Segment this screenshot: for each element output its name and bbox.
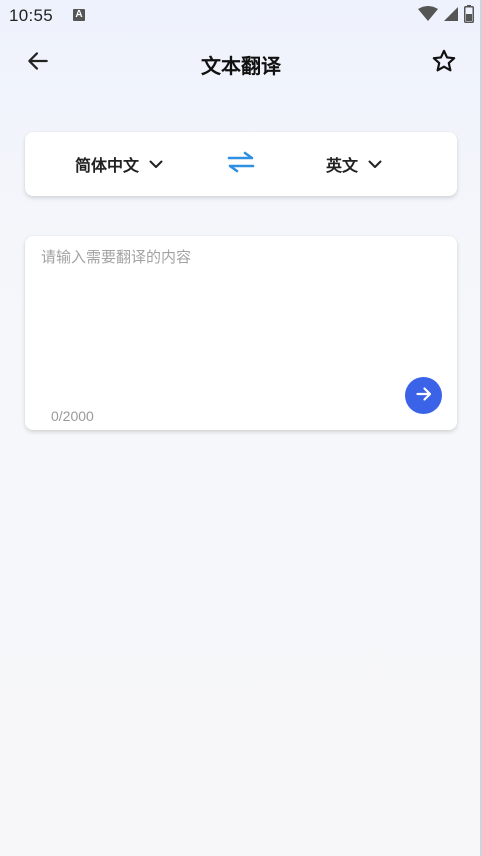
swap-languages-button[interactable] bbox=[225, 150, 257, 178]
status-time: 10:55 bbox=[9, 6, 54, 25]
source-language-dropdown[interactable]: 简体中文 bbox=[75, 132, 164, 196]
page-title: 文本翻译 bbox=[201, 54, 281, 78]
signal-icon bbox=[443, 6, 459, 26]
favorite-button[interactable] bbox=[428, 47, 460, 79]
arrow-right-icon bbox=[414, 384, 434, 408]
chevron-down-icon bbox=[367, 156, 383, 172]
status-icons bbox=[418, 5, 474, 27]
chevron-down-icon bbox=[148, 156, 164, 172]
target-language-dropdown[interactable]: 英文 bbox=[326, 132, 383, 196]
char-counter: 0/2000 bbox=[51, 408, 94, 424]
translate-input-card: 0/2000 bbox=[25, 236, 457, 430]
status-bar: 10:55 A bbox=[0, 0, 482, 34]
wifi-icon bbox=[418, 6, 438, 26]
target-language-label: 英文 bbox=[326, 156, 359, 175]
source-language-label: 简体中文 bbox=[75, 156, 140, 175]
notification-a-icon: A bbox=[73, 9, 85, 21]
battery-icon bbox=[464, 5, 474, 27]
app-bar: 文本翻译 bbox=[0, 38, 482, 88]
translate-submit-button[interactable] bbox=[405, 377, 442, 414]
swap-arrows-icon bbox=[226, 150, 256, 178]
language-selector-card: 简体中文 英文 bbox=[25, 132, 457, 196]
translate-text-input[interactable] bbox=[41, 246, 437, 376]
star-outline-icon bbox=[431, 48, 457, 78]
